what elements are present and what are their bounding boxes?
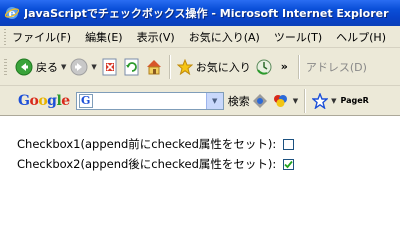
window-title: JavaScriptでチェックボックス操作 - Microsoft Intern… xyxy=(24,7,389,20)
stop-button[interactable] xyxy=(99,53,121,81)
google-toolbar: Google G ▼ 検索 ▼ ▼ PageR xyxy=(0,86,400,116)
back-button[interactable]: 戻る ▼ xyxy=(13,53,68,81)
checkbox1[interactable] xyxy=(283,138,295,150)
menu-tools[interactable]: ツール(T) xyxy=(274,29,322,45)
forward-button[interactable]: ▼ xyxy=(68,53,98,81)
google-logo[interactable]: Google xyxy=(18,93,70,109)
history-button[interactable] xyxy=(253,53,275,81)
toolbar-grip[interactable] xyxy=(4,58,7,75)
bookmarks-button[interactable]: ▼ xyxy=(310,87,338,115)
menu-favorites[interactable]: お気に入り(A) xyxy=(189,29,260,45)
news-dropdown-icon[interactable]: ▼ xyxy=(293,97,298,105)
google-g-icon: G xyxy=(78,93,93,108)
favorites-star-icon xyxy=(176,58,193,75)
forward-dropdown-icon[interactable]: ▼ xyxy=(91,63,96,71)
address-label: アドレス(D) xyxy=(305,60,367,74)
ie-logo-icon: e xyxy=(5,7,19,20)
bookmarks-dropdown-icon[interactable]: ▼ xyxy=(331,97,336,105)
back-dropdown-icon[interactable]: ▼ xyxy=(61,63,66,71)
pagerank-label: PageR xyxy=(340,96,369,105)
refresh-button[interactable] xyxy=(121,53,143,81)
forward-arrow-icon xyxy=(70,58,88,75)
menu-view[interactable]: 表示(V) xyxy=(137,29,175,45)
menu-bar: ファイル(F) 編集(E) 表示(V) お気に入り(A) ツール(T) ヘルプ(… xyxy=(0,26,400,48)
title-bar[interactable]: e JavaScriptでチェックボックス操作 - Microsoft Inte… xyxy=(0,0,400,26)
checkbox1-row: Checkbox1(append前にchecked属性をセット): xyxy=(17,136,295,152)
toolbar-chevron[interactable]: » xyxy=(281,60,288,73)
toolbar-separator-2 xyxy=(297,54,300,79)
home-icon xyxy=(146,59,161,74)
history-icon xyxy=(256,59,272,75)
google-search-box[interactable]: G ▼ xyxy=(75,91,224,110)
standard-toolbar: 戻る ▼ ▼ お気に入り » アドレス(D) xyxy=(0,48,400,86)
back-arrow-icon xyxy=(15,58,33,75)
google-search-button[interactable]: 検索 xyxy=(228,93,250,109)
menu-help[interactable]: ヘルプ(H) xyxy=(336,29,386,45)
favorites-button[interactable]: お気に入り xyxy=(175,53,253,81)
favorites-label: お気に入り xyxy=(195,60,251,74)
stop-icon xyxy=(102,58,117,75)
refresh-icon xyxy=(124,58,139,75)
home-button[interactable] xyxy=(143,53,165,81)
menu-edit[interactable]: 編集(E) xyxy=(85,29,123,45)
checkbox1-label: Checkbox1(append前にchecked属性をセット): xyxy=(17,137,277,151)
news-icon xyxy=(273,94,287,107)
page-content: Checkbox1(append前にchecked属性をセット): Checkb… xyxy=(0,116,400,250)
globe-icon xyxy=(252,93,267,108)
back-label: 戻る xyxy=(36,60,58,74)
checkmark-icon xyxy=(284,160,293,168)
star-outline-icon xyxy=(312,92,329,109)
menu-file[interactable]: ファイル(F) xyxy=(12,29,71,45)
toolbar-separator xyxy=(168,54,171,79)
google-sites-button[interactable] xyxy=(250,87,270,115)
checkbox2-row: Checkbox2(append後にchecked属性をセット): xyxy=(17,156,295,172)
gbar-separator xyxy=(304,88,307,113)
chevron-down-icon[interactable]: ▼ xyxy=(205,92,223,109)
checkbox2[interactable] xyxy=(283,158,295,170)
menubar-grip[interactable] xyxy=(4,28,7,45)
google-news-button[interactable]: ▼ xyxy=(270,87,300,115)
checkbox2-label: Checkbox2(append後にchecked属性をセット): xyxy=(17,157,277,171)
